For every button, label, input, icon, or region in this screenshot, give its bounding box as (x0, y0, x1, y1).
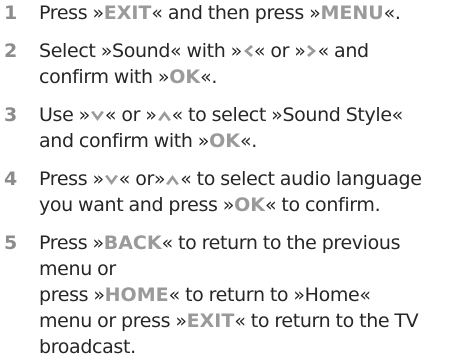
step-number: 2 (4, 40, 18, 62)
step-line: confirm with »OK«. (39, 64, 457, 90)
step-line: you want and press »OK« to confirm. (39, 192, 457, 218)
arrow-up-icon (166, 175, 180, 185)
text-segment: Select »Sound« with » (39, 40, 242, 62)
exit-key-label: EXIT (103, 2, 152, 24)
text-segment: « to return to the previous (161, 232, 401, 254)
step-number: 4 (4, 168, 18, 190)
text-segment: « or» (118, 168, 166, 190)
step-line: press »HOME« to return to »Home« (39, 282, 457, 308)
step-line: broadcast. (39, 334, 457, 360)
home-key-label: HOME (104, 284, 169, 306)
text-segment: « to return to »Home« (168, 284, 371, 306)
text-segment: « to return to the TV (234, 310, 419, 332)
step-number: 5 (4, 232, 18, 254)
text-segment: Press » (39, 232, 104, 254)
back-key-label: BACK (103, 232, 162, 254)
step-line: Press »BACK« to return to the previous (39, 230, 457, 256)
step-line: Select »Sound« with » « or » « and (39, 38, 457, 64)
arrow-down-icon (90, 111, 104, 121)
ok-key-label: OK (234, 194, 265, 216)
text-segment: « to select »Sound Style« (171, 104, 404, 126)
text-segment: «. (200, 66, 218, 88)
text-segment: «. (383, 2, 401, 24)
text-segment: Press » (39, 168, 104, 190)
step-line: Press »EXIT« and then press »MENU«. (39, 0, 457, 26)
step-line: Use » « or » « to select »Sound Style« (39, 102, 457, 128)
text-segment: « or » (253, 40, 306, 62)
arrow-down-icon (104, 175, 118, 185)
text-segment: Use » (39, 104, 90, 126)
text-segment: menu or press » (39, 310, 187, 332)
text-segment: Press » (39, 2, 104, 24)
ok-key-label: OK (209, 130, 240, 152)
arrow-up-icon (157, 111, 171, 121)
menu-key-label: MENU (320, 2, 384, 24)
exit-key-label: EXIT (186, 310, 235, 332)
text-segment: you want and press » (39, 194, 235, 216)
text-segment: «. (239, 130, 257, 152)
text-segment: broadcast. (39, 336, 136, 358)
arrow-left-icon (243, 45, 253, 57)
step-text: Use » « or » « to select »Sound Style« and… (39, 102, 457, 154)
text-segment: « or » (104, 104, 157, 126)
step-line: and confirm with »OK«. (39, 128, 457, 154)
text-segment: « and (317, 40, 370, 62)
step-number: 3 (4, 104, 18, 126)
text-segment: menu or (39, 258, 116, 280)
text-segment: press » (39, 284, 105, 306)
text-segment: « and then press » (151, 2, 321, 24)
text-segment: confirm with » (39, 66, 170, 88)
arrow-right-icon (306, 45, 316, 57)
step-line: menu or press »EXIT« to return to the TV (39, 308, 457, 334)
step-line: menu or (39, 256, 457, 282)
step-text: Press »EXIT« and then press »MENU«. (39, 0, 457, 26)
step-text: Press » « or» « to select audio language y… (39, 166, 457, 218)
text-segment: and confirm with » (39, 130, 210, 152)
text-segment: « to select audio language (180, 168, 422, 190)
step-number: 1 (4, 2, 18, 24)
text-segment: « to confirm. (264, 194, 381, 216)
step-line: Press » « or» « to select audio language (39, 166, 457, 192)
ok-key-label: OK (169, 66, 201, 88)
step-text: Select »Sound« with » « or » « and confirm… (39, 38, 457, 90)
step-text: Press »BACK« to return to the previous m… (39, 230, 457, 360)
